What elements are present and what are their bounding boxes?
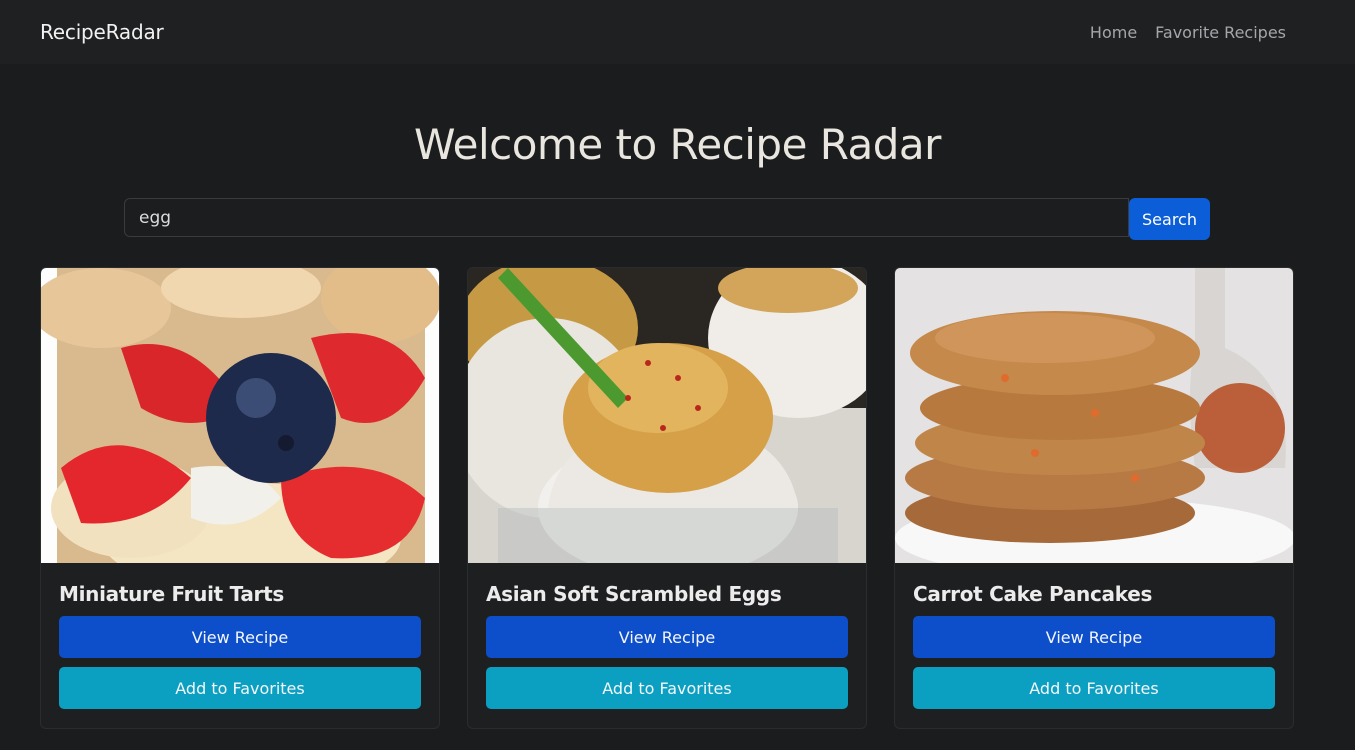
add-to-favorites-button[interactable]: Add to Favorites: [59, 667, 421, 709]
view-recipe-button[interactable]: View Recipe: [913, 616, 1275, 658]
search-button[interactable]: Search: [1129, 198, 1210, 240]
card-body: Miniature Fruit Tarts View Recipe Add to…: [41, 563, 439, 709]
recipe-card: Asian Soft Scrambled Eggs View Recipe Ad…: [467, 267, 867, 729]
brand-logo[interactable]: RecipeRadar: [40, 20, 164, 44]
view-recipe-button[interactable]: View Recipe: [59, 616, 421, 658]
top-navbar: RecipeRadar Home Favorite Recipes: [0, 0, 1355, 64]
recipe-image-fruit-tarts: [41, 268, 439, 563]
recipe-title: Carrot Cake Pancakes: [913, 582, 1153, 606]
search-input[interactable]: [124, 198, 1129, 237]
add-to-favorites-button[interactable]: Add to Favorites: [486, 667, 848, 709]
nav-link-home[interactable]: Home: [1090, 23, 1137, 42]
search-form: Search: [124, 198, 1210, 240]
nav-link-favorite-recipes[interactable]: Favorite Recipes: [1155, 23, 1286, 42]
add-to-favorites-button[interactable]: Add to Favorites: [913, 667, 1275, 709]
page-title: Welcome to Recipe Radar: [414, 120, 941, 169]
card-body: Carrot Cake Pancakes View Recipe Add to …: [895, 563, 1293, 709]
view-recipe-button[interactable]: View Recipe: [486, 616, 848, 658]
recipe-title: Asian Soft Scrambled Eggs: [486, 582, 782, 606]
recipe-title: Miniature Fruit Tarts: [59, 582, 284, 606]
card-body: Asian Soft Scrambled Eggs View Recipe Ad…: [468, 563, 866, 709]
recipe-card: Miniature Fruit Tarts View Recipe Add to…: [40, 267, 440, 729]
recipe-card: Carrot Cake Pancakes View Recipe Add to …: [894, 267, 1294, 729]
recipe-image-scrambled-eggs: [468, 268, 866, 563]
nav-links: Home Favorite Recipes: [1090, 23, 1286, 42]
recipe-image-carrot-cake-pancakes: [895, 268, 1293, 563]
